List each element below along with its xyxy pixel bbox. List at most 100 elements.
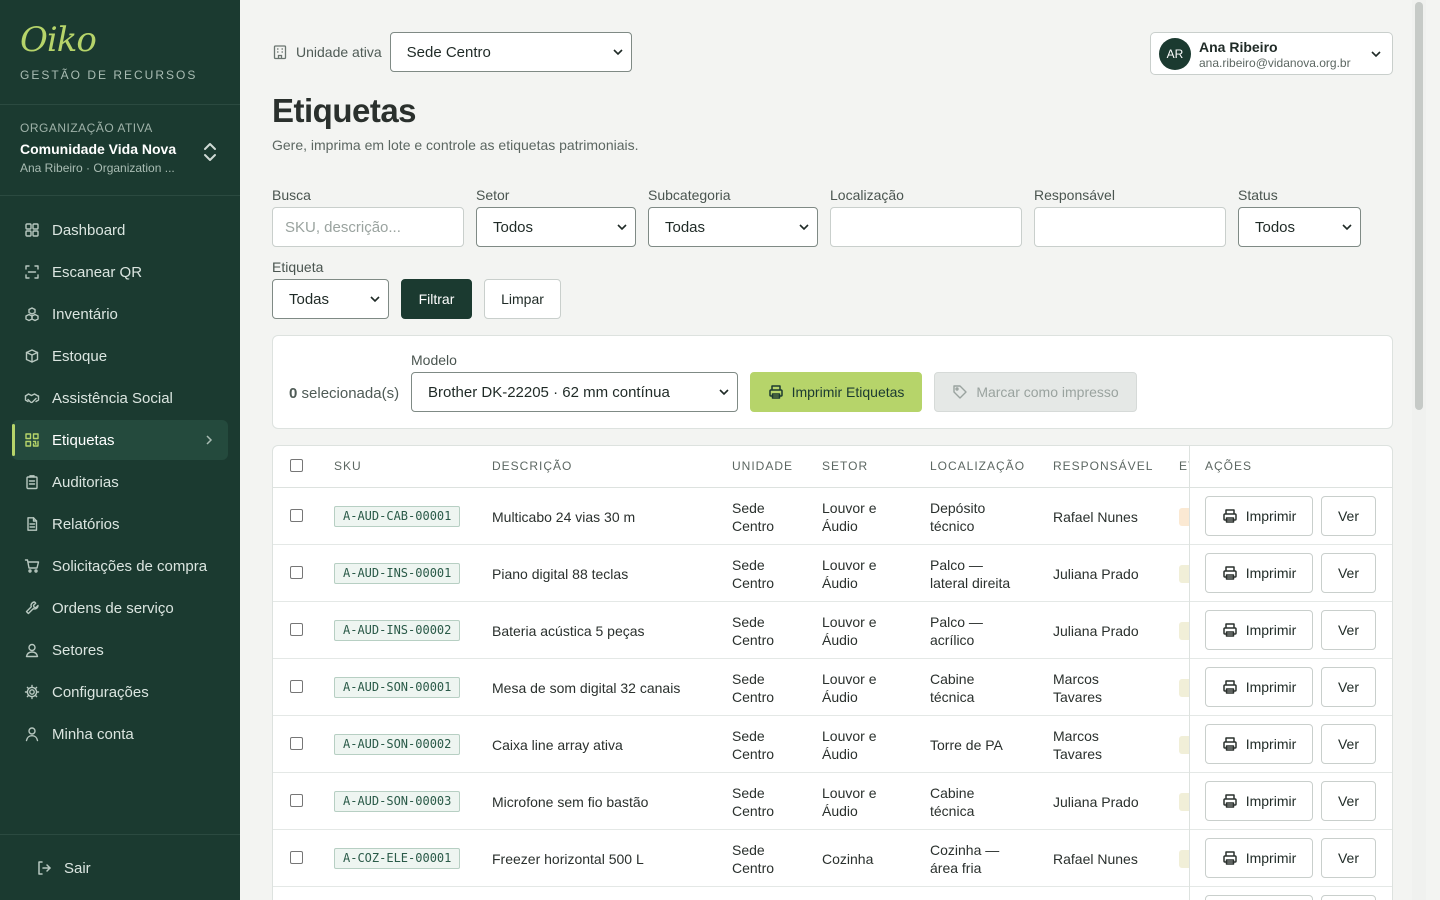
wrench-icon [25, 601, 39, 615]
tag-icon [953, 385, 968, 399]
localizacao-input[interactable] [830, 207, 1022, 247]
label-status-badge [1179, 622, 1189, 640]
sidebar-item-etiquetas[interactable]: Etiquetas [12, 420, 228, 460]
row-print-button[interactable]: Imprimir [1205, 553, 1313, 593]
sidebar-item-label: Relatórios [52, 515, 120, 533]
cell-responsavel: Rafael Nunes [1053, 850, 1138, 868]
row-print-button[interactable]: Imprimir [1205, 496, 1313, 536]
row-checkbox[interactable] [290, 851, 303, 864]
row-view-button[interactable]: Ver [1321, 553, 1376, 593]
row-view-button[interactable]: Ver [1321, 781, 1376, 821]
row-print-label: Imprimir [1245, 622, 1297, 638]
th-sku: SKU [334, 459, 362, 473]
cell-localizacao: Cabine técnica [930, 784, 974, 820]
clear-button[interactable]: Limpar [484, 279, 561, 319]
organization-switcher[interactable]: ORGANIZAÇÃO ATIVA Comunidade Vida Nova A… [0, 105, 240, 196]
sidebar-item-configuracoes[interactable]: Configurações [12, 672, 228, 712]
subcategoria-select[interactable]: Todas [648, 207, 818, 247]
sidebar-item-inventario[interactable]: Inventário [12, 294, 228, 334]
sidebar-item-label: Escanear QR [52, 263, 143, 281]
filter-button[interactable]: Filtrar [401, 279, 472, 319]
setor-select[interactable]: Todos [476, 207, 636, 247]
row-checkbox[interactable] [290, 623, 303, 636]
sidebar-item-setores[interactable]: Setores [12, 630, 228, 670]
row-checkbox[interactable] [290, 737, 303, 750]
row-checkbox[interactable] [290, 794, 303, 807]
chevron-down-icon [799, 224, 809, 231]
mark-printed-button[interactable]: Marcar como impresso [934, 372, 1137, 412]
label-model-select[interactable]: Brother DK-22205 · 62 mm contínua [411, 372, 738, 412]
row-view-button[interactable]: Ver [1321, 667, 1376, 707]
scrollbar-thumb[interactable] [1415, 2, 1423, 410]
chevron-down-icon [613, 49, 623, 56]
cell-unidade-line1: Sede [732, 671, 765, 687]
cell-localizacao: Torre de PA [930, 736, 1003, 754]
printer-icon [1222, 851, 1237, 865]
sidebar-item-label: Estoque [52, 347, 108, 365]
responsavel-input[interactable] [1034, 207, 1226, 247]
sidebar-item-minha-conta[interactable]: Minha conta [12, 714, 228, 754]
logout-icon [38, 861, 51, 875]
cell-responsavel: Marcos Tavares [1053, 727, 1102, 763]
app-logo[interactable]: Oiko [20, 22, 220, 58]
sidebar-item-dashboard[interactable]: Dashboard [12, 210, 228, 250]
row-view-button[interactable]: Ver [1321, 724, 1376, 764]
cell-responsavel-line1: Marcos [1053, 728, 1099, 744]
row-print-button[interactable] [1205, 895, 1313, 900]
user-menu[interactable]: AR Ana Ribeiro ana.ribeiro@vidanova.org.… [1150, 32, 1393, 75]
page-scrollbar[interactable] [1412, 0, 1426, 900]
table-row: A-AUD-INS-00001 Piano digital 88 teclas Se… [273, 545, 1392, 602]
mark-printed-label: Marcar como impresso [976, 384, 1119, 400]
cell-localizacao-line2: área fria [930, 860, 982, 876]
sidebar-item-relatorios[interactable]: Relatórios [12, 504, 228, 544]
search-input[interactable] [272, 207, 464, 247]
cell-localizacao-line1: Cozinha — [930, 842, 1000, 858]
sidebar-item-escanear-qr[interactable]: Escanear QR [12, 252, 228, 292]
sku-code: A-AUD-SON-00002 [334, 734, 461, 755]
logout-button[interactable]: Sair [24, 848, 240, 888]
user-email: ana.ribeiro@vidanova.org.br [1199, 56, 1351, 70]
chevron-down-icon [370, 296, 380, 303]
row-view-button[interactable]: Ver [1321, 496, 1376, 536]
subcategoria-value: Todas [665, 218, 706, 236]
row-print-button[interactable]: Imprimir [1205, 724, 1313, 764]
busca-label: Busca [272, 187, 311, 203]
row-view-button[interactable] [1321, 895, 1376, 900]
select-all-checkbox[interactable] [290, 459, 303, 472]
sidebar-footer: Sair [0, 834, 240, 900]
cell-unidade: Sede Centro [732, 613, 774, 649]
row-checkbox[interactable] [290, 680, 303, 693]
sidebar-item-solicitacoes-de-compra[interactable]: Solicitações de compra [12, 546, 228, 586]
active-unit-select[interactable]: Sede Centro [389, 32, 632, 72]
sidebar-item-auditorias[interactable]: Auditorias [12, 462, 228, 502]
row-checkbox[interactable] [290, 566, 303, 579]
label-status-badge [1179, 508, 1189, 526]
row-print-button[interactable]: Imprimir [1205, 781, 1313, 821]
row-print-button[interactable]: Imprimir [1205, 838, 1313, 878]
handshake-icon [24, 393, 40, 404]
brand: Oiko GESTÃO DE RECURSOS [0, 0, 240, 105]
row-view-button[interactable]: Ver [1321, 610, 1376, 650]
sidebar-item-ordens-de-servico[interactable]: Ordens de serviço [12, 588, 228, 628]
sidebar-item-estoque[interactable]: Estoque [12, 336, 228, 376]
row-print-label: Imprimir [1245, 679, 1297, 695]
cell-localizacao-line2: acrílico [930, 632, 975, 648]
etiqueta-label: Etiqueta [272, 259, 324, 275]
row-print-button[interactable]: Imprimir [1205, 610, 1313, 650]
cell-localizacao: Cabine técnica [930, 670, 974, 706]
print-labels-button[interactable]: Imprimir Etiquetas [750, 372, 922, 412]
row-print-button[interactable]: Imprimir [1205, 667, 1313, 707]
cell-setor-line2: Áudio [822, 689, 858, 705]
row-checkbox[interactable] [290, 509, 303, 522]
users-icon [25, 643, 39, 658]
cart-icon [24, 559, 40, 573]
status-select[interactable]: Todos [1238, 207, 1361, 247]
sidebar-item-assistencia-social[interactable]: Assistência Social [12, 378, 228, 418]
cell-localizacao: Palco — acrílico [930, 613, 983, 649]
table-row: A-AUD-INS-00002 Bateria acústica 5 peças S… [273, 602, 1392, 659]
th-descricao: DESCRIÇÃO [492, 459, 573, 473]
row-view-button[interactable]: Ver [1321, 838, 1376, 878]
chevron-up-down-icon[interactable] [202, 141, 218, 163]
cell-responsavel-line1: Marcos [1053, 671, 1099, 687]
etiqueta-select[interactable]: Todas [272, 279, 389, 319]
